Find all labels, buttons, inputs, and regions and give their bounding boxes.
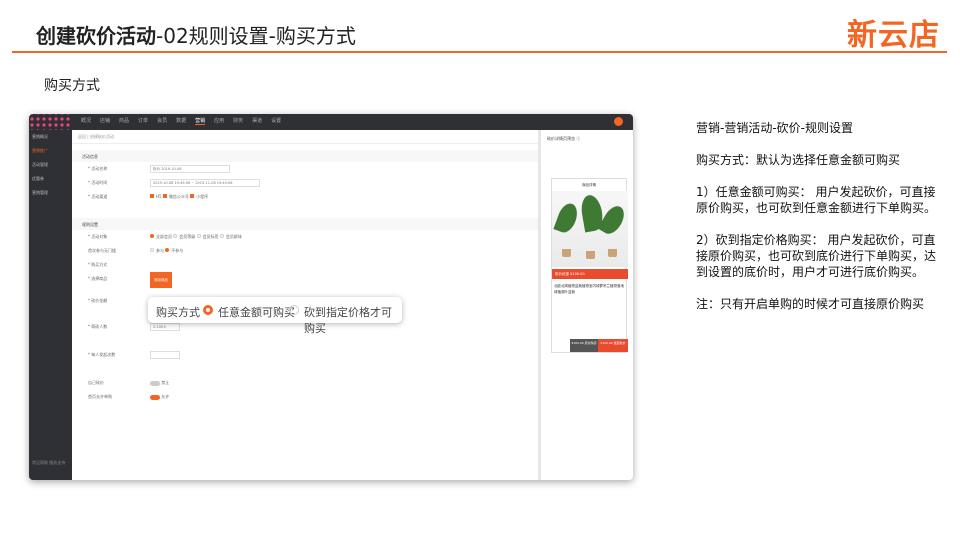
limit-input[interactable]	[150, 351, 180, 359]
helpers-input[interactable]: 2-100人	[150, 323, 180, 331]
name-input[interactable]: 砍价 2019-10-08	[150, 165, 230, 173]
popup-label: 购买方式	[156, 306, 200, 319]
sidebar: 营销概况 营销推广 活动管理 优惠券 营销管理 常见帮助 服务支持	[29, 130, 72, 480]
row-goods: * 选择商品 添加商品	[72, 272, 538, 288]
slide-title: 创建砍价活动-02规则设置-购买方式	[36, 24, 356, 48]
radio-any-amount[interactable]	[203, 305, 213, 315]
title-divider	[12, 51, 947, 53]
tab-goods[interactable]: 商品	[119, 117, 129, 125]
row-channel: * 活动渠道 H5 微信公众号 小程序	[72, 190, 538, 204]
avatar[interactable]	[614, 117, 623, 126]
time-input[interactable]: 2019-10-08 19:45:06 ~ 2019-11-08 19:45:0…	[150, 179, 260, 187]
tab-members[interactable]: 会员	[157, 117, 167, 125]
section-rules: 规则设置	[72, 218, 538, 230]
product-desc: 北欧北简植物盆栽植物室内绿萝吊兰植物落地绿植观叶盆栽	[554, 284, 624, 294]
tab-channels[interactable]: 渠道	[252, 117, 262, 125]
product-image	[552, 191, 629, 267]
start-bargain-button[interactable]: ¥100.00 发起砍价	[598, 339, 628, 352]
app-topbar: 概况 店铺 商品 订单 会员 数据 营销 应用 财务 渠道 设置	[29, 114, 633, 130]
target-radios[interactable]: 全部会员 会员等级 会员标签 会员群体	[150, 230, 242, 244]
option-any-amount[interactable]: 任意金额可购买	[218, 304, 295, 320]
notes: 营销-营销活动-砍价-规则设置 购买方式：默认为选择任意金额可购买 1）任意金额…	[696, 120, 941, 328]
breadcrumb[interactable]: 返回 | 创建砍价活动	[72, 130, 538, 144]
sidebar-footer[interactable]: 常见帮助 服务支持	[29, 456, 68, 470]
brand-logo: 新云店	[847, 18, 940, 53]
row-limit: * 每人发起次数	[72, 348, 538, 362]
original-buy-button[interactable]: ¥100.00 原价购买	[570, 339, 598, 352]
row-buy: * 购买方式	[88, 262, 108, 267]
row-name: * 活动名称 砍价 2019-10-08	[72, 162, 538, 176]
note-option-2: 2）砍到指定价格购买： 用户发起砍价，可直接原价购买，也可砍到底价进行下单购买，…	[696, 233, 937, 279]
channel-checkboxes[interactable]: H5 微信公众号 小程序	[150, 190, 208, 204]
row-target: * 活动对象 全部会员 会员等级 会员标签 会员群体	[72, 230, 538, 244]
sidebar-item-marketing[interactable]: 营销管理	[29, 186, 72, 200]
sidebar-item-overview[interactable]: 营销概况	[29, 130, 72, 144]
note-default: 购买方式：默认为选择任意金额可购买	[696, 153, 901, 167]
note-remark: 注：只有开启单购的时候才可直接原价购买	[696, 297, 925, 311]
tab-store[interactable]: 店铺	[100, 117, 110, 125]
row-trial: 首次参与无门槛 参与 不参与	[72, 244, 538, 258]
phone-mockup: 商品详情 砍价优惠 ¥100.00 北欧北简植物盆栽植物室内绿萝吊兰植物落地绿植…	[551, 178, 629, 353]
add-goods-button[interactable]: 添加商品	[150, 272, 172, 288]
option-target-price[interactable]: 砍到指定价格才可购买	[304, 304, 402, 336]
buy-mode-popup: 购买方式 任意金额可购买 砍到指定价格才可购买	[148, 297, 402, 335]
direct-toggle[interactable]: 允许	[150, 390, 169, 404]
tab-overview[interactable]: 概况	[81, 117, 91, 125]
tab-settings[interactable]: 设置	[271, 117, 281, 125]
note-option-1: 1）任意金额可购买： 用户发起砍价，可直接原价购买，也可砍到任意金额进行下单购买…	[696, 185, 937, 215]
tab-data[interactable]: 数据	[176, 117, 186, 125]
phone-header: 商品详情	[582, 183, 596, 187]
row-time: * 活动时间 2019-10-08 19:45:06 ~ 2019-11-08 1…	[72, 176, 538, 190]
sidebar-item-coupons[interactable]: 优惠券	[29, 172, 72, 186]
section-heading: 购买方式	[44, 78, 100, 94]
radio-target-price[interactable]	[289, 305, 299, 315]
tab-finance[interactable]: 财务	[233, 117, 243, 125]
preview-panel: 砍价详情页预览 ⓘ 商品详情 砍价优惠 ¥100.00 北欧北简植物盆栽植物室内…	[538, 130, 633, 480]
section-activity-info: 活动信息	[72, 150, 538, 162]
row-self: 自己砍价 禁止	[72, 376, 538, 390]
self-toggle[interactable]: 禁止	[150, 376, 169, 390]
sidebar-item-activities[interactable]: 活动管理	[29, 158, 72, 172]
tab-marketing[interactable]: 营销	[195, 117, 206, 125]
row-direct: 首页允许单购 允许	[72, 390, 538, 404]
note-path: 营销-营销活动-砍价-规则设置	[696, 121, 853, 135]
trial-radios[interactable]: 参与 不参与	[150, 244, 183, 258]
preview-title: 砍价详情页预览 ⓘ	[547, 136, 581, 141]
tab-orders[interactable]: 订单	[138, 117, 148, 125]
sidebar-item-promotion[interactable]: 营销推广	[29, 144, 72, 158]
price-banner: 砍价优惠 ¥100.00	[552, 269, 628, 279]
tab-apps[interactable]: 应用	[214, 117, 224, 125]
top-nav: 概况 店铺 商品 订单 会员 数据 营销 应用 财务 渠道 设置	[81, 117, 281, 125]
